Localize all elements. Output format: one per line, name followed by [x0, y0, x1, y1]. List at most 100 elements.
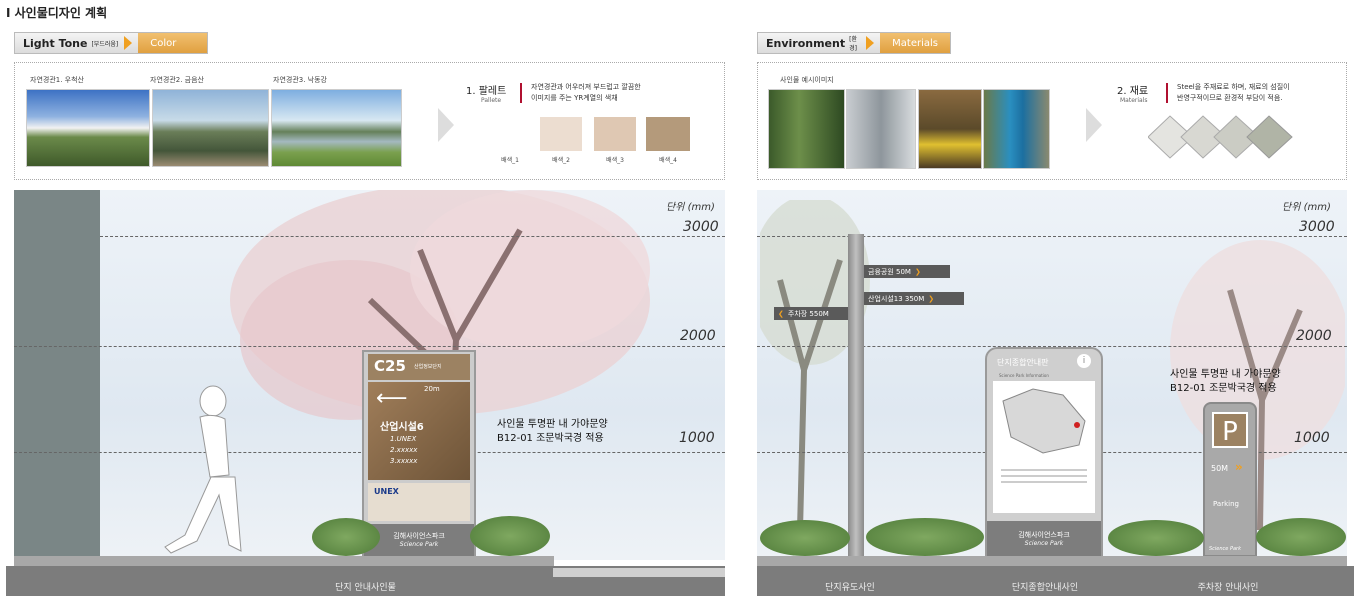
ground-step	[553, 568, 725, 577]
materials-number: 2. 재료	[1117, 86, 1149, 97]
sign-base: 김해사이언스파크 Science Park	[987, 521, 1101, 557]
height-1000-label: 1000	[679, 430, 715, 446]
sign-item: 2.xxxxx	[390, 446, 418, 454]
height-1000-label: 1000	[1294, 430, 1330, 446]
arrow-right-icon	[866, 36, 875, 50]
parking-icon: P	[1212, 412, 1248, 448]
shrub	[760, 520, 850, 556]
tab-main-label: Light Tone	[23, 36, 88, 50]
right-note: 사인물 투명판 내 가야문양 B12-01 조문박국경 적용	[1170, 368, 1281, 396]
height-line-3000	[757, 236, 1347, 237]
site-map	[993, 381, 1095, 513]
height-line-3000	[100, 236, 725, 237]
parking-sign-caption: 주차장 안내사인	[1197, 583, 1259, 593]
parking-sign: P 50M » Parking Science Park	[1203, 402, 1257, 557]
sign-pole	[848, 234, 864, 560]
map-sign-caption: 단지종합안내사인	[1011, 583, 1079, 593]
directory-sign: C25 산업정보단지 20m ⟵ 산업시설6 1.UNEX 2.xxxxx 3.…	[362, 350, 476, 557]
sign-logo: UNEX	[374, 487, 399, 496]
sign-code: C25	[374, 357, 406, 375]
chevron-right-icon	[1086, 108, 1102, 142]
palette-desc-line: 자연경관과 어우러져 부드럽고 깔끔한	[531, 83, 641, 91]
example-photos-label: 사인물 예시이미지	[780, 76, 834, 84]
pole-sign-blade: 산업시설13 350M ❯	[864, 292, 964, 305]
sign-base: 김해사이언스파크 Science Park	[364, 524, 474, 557]
materials-desc-line: Steel을 주재료로 하며, 재료의 섬질이	[1177, 83, 1290, 91]
guide-sign-caption: 단지유도사인	[825, 583, 875, 593]
swatch-1	[490, 117, 530, 151]
parking-distance: 50M	[1211, 464, 1229, 473]
ground-step	[757, 556, 1347, 566]
landscape-photo	[271, 89, 402, 167]
tab-sub-label: Materials	[880, 33, 950, 53]
sign-header: C25 산업정보단지	[368, 354, 470, 380]
height-2000-label: 2000	[1296, 328, 1332, 344]
tab-small-label: [부드러움]	[91, 40, 119, 48]
photo-label-3: 자연경관3. 낙동강	[273, 76, 327, 84]
tab-main-label: Environment	[766, 36, 846, 50]
palette-number: 1. 팔레트	[466, 86, 507, 97]
materials-en-label: Materials	[1120, 97, 1148, 104]
unit-label: 단위 (mm)	[666, 202, 715, 213]
palette-swatches: 배색_1 배색_2 배색_3 배색_4	[490, 117, 695, 167]
chevron-double-right-icon: »	[1235, 460, 1243, 474]
tab-light-tone[interactable]: Light Tone [부드러움] Color	[14, 32, 208, 54]
blade-text: 금융공원 50M	[868, 267, 911, 276]
example-photo	[918, 89, 982, 169]
height-2000-label: 2000	[680, 328, 716, 344]
swatch-2	[540, 117, 582, 151]
example-photo	[768, 89, 845, 169]
note-line: B12-01 조문박국경 적용	[1170, 383, 1277, 394]
complex-map-sign: 단지종합안내판 i Science Park Information 김해사이언…	[985, 347, 1103, 557]
arrow-right-icon	[124, 36, 133, 50]
site-map-drawing	[1002, 388, 1086, 454]
photo-label-1: 자연경관1. 우척산	[30, 76, 84, 84]
landscape-photo	[152, 89, 269, 167]
pole-sign-blade: 주차장 550M ❮	[774, 307, 848, 320]
note-line: 사인물 투명판 내 가야문양	[1170, 369, 1281, 380]
example-photo	[846, 89, 916, 169]
parking-base: Science Park	[1209, 546, 1242, 552]
materials-desc-line: 반영구적이므로 환경적 부담이 적음.	[1177, 94, 1283, 102]
pole-sign-blade: 금융공원 50M ❯	[864, 265, 950, 278]
landscape-photo	[26, 89, 150, 167]
height-3000-label: 3000	[683, 219, 719, 235]
left-note: 사인물 투명판 내 가야문양 B12-01 조문박국경 적용	[497, 418, 608, 446]
materials-description: Steel을 주재료로 하며, 재료의 섬질이 반영구적이므로 환경적 부담이 …	[1177, 82, 1290, 104]
unit-label: 단위 (mm)	[1282, 202, 1331, 213]
swatch-label: 배색_2	[552, 157, 570, 164]
sign-panel: 20m ⟵ 산업시설6 1.UNEX 2.xxxxx 3.xxxxx	[368, 382, 470, 480]
sign-tenant-area: UNEX	[368, 483, 470, 521]
tab-sub-label: Color	[138, 33, 207, 53]
sign-base-label: 김해사이언스파크	[393, 532, 445, 540]
tab-environment[interactable]: Environment [환경] Materials	[757, 32, 951, 54]
map-sign-sub: Science Park Information	[999, 373, 1049, 378]
palette-desc-line: 이미지를 주는 YR계열의 색채	[531, 94, 618, 102]
ground-step	[14, 556, 554, 566]
pedestrian-silhouette	[164, 385, 242, 554]
photo-label-2: 자연경관2. 금음산	[150, 76, 204, 84]
accent-divider	[520, 83, 522, 103]
sign-item: 1.UNEX	[390, 435, 417, 443]
blade-text: 산업시설13 350M	[868, 294, 925, 303]
accent-divider	[1166, 83, 1168, 103]
shrub	[1256, 518, 1346, 556]
sign-base-en: Science Park	[399, 541, 439, 548]
note-line: 사인물 투명판 내 가야문양	[497, 419, 608, 430]
swatch-label: 배색_4	[659, 157, 677, 164]
blade-text: 주차장 550M	[787, 309, 829, 318]
palette-description: 자연경관과 어우러져 부드럽고 깔끔한 이미지를 주는 YR계열의 색채	[531, 82, 641, 104]
sign-title: 산업시설6	[380, 422, 424, 433]
parking-label: Parking	[1213, 500, 1239, 508]
chevron-right-icon: ❯	[914, 267, 921, 276]
swatch-3	[594, 117, 636, 151]
shrub	[470, 516, 550, 556]
sign-code-sub: 산업정보단지	[414, 364, 442, 370]
arrow-left-icon: ⟵	[376, 386, 408, 411]
example-photo	[983, 89, 1050, 169]
page-title: Ⅰ 사인물디자인 계획	[6, 6, 108, 20]
sign-item: 3.xxxxx	[390, 457, 418, 465]
height-3000-label: 3000	[1299, 219, 1335, 235]
note-line: B12-01 조문박국경 적용	[497, 433, 604, 444]
shrub	[866, 518, 984, 556]
